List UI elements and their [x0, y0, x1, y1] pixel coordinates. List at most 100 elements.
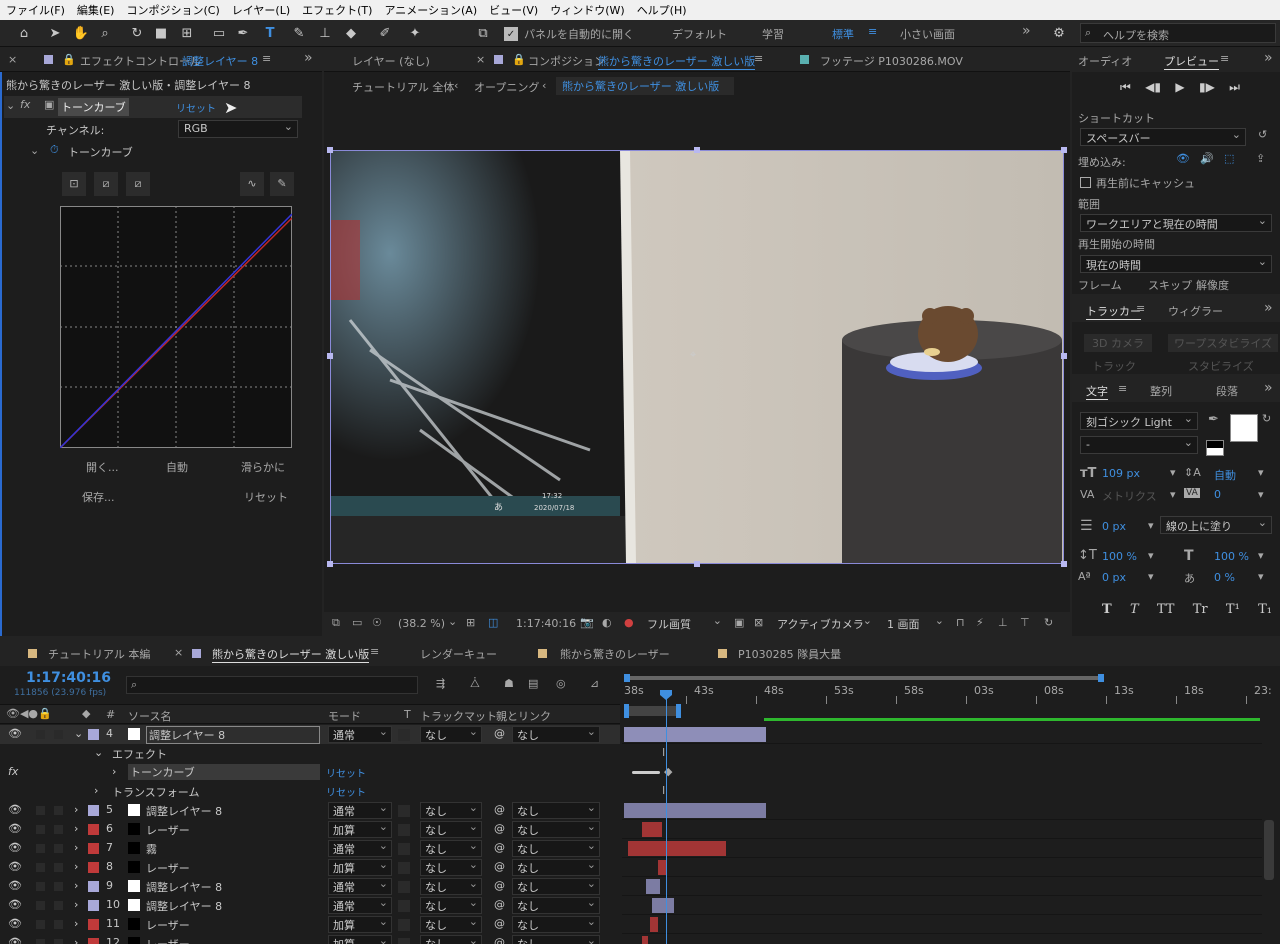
layer-name[interactable]: 調整レイヤー 8: [146, 879, 222, 895]
paragraph-tab[interactable]: 段落: [1216, 383, 1238, 399]
current-timecode[interactable]: 1:17:40:16: [26, 670, 111, 686]
t-header[interactable]: T: [404, 708, 411, 721]
tsume-chevron-icon[interactable]: ▾: [1258, 570, 1264, 583]
wiggler-tab[interactable]: ウィグラー: [1168, 303, 1223, 319]
menu-item[interactable]: ビュー(V): [483, 2, 544, 18]
parent-select[interactable]: なし: [512, 877, 600, 895]
parent-pickwhip-icon[interactable]: @: [494, 727, 505, 740]
snapshot-camera-icon[interactable]: 📷: [580, 616, 594, 629]
preserve-transparency-toggle[interactable]: [398, 843, 410, 855]
channel-select[interactable]: RGB: [178, 120, 298, 138]
video-toggle-icon[interactable]: 👁: [1176, 152, 1190, 165]
visibility-eye-icon[interactable]: 👁: [8, 860, 22, 873]
blend-mode-select[interactable]: 加算: [328, 858, 392, 876]
comp-crumb-1[interactable]: チュートリアル 全体: [352, 79, 454, 95]
vertical-scale-value[interactable]: 100 %: [1102, 550, 1137, 563]
preserve-transparency-toggle[interactable]: [398, 919, 410, 931]
parent-select[interactable]: なし: [512, 801, 600, 819]
type-tool-icon[interactable]: T: [260, 24, 280, 43]
first-frame-icon[interactable]: ⏮: [1120, 80, 1131, 95]
stroke-width-value[interactable]: 0 px: [1102, 520, 1126, 533]
shortcut-select[interactable]: スペースバー: [1080, 128, 1246, 146]
track-matte-select[interactable]: なし: [420, 877, 482, 895]
tracker-tab[interactable]: トラッカー: [1086, 303, 1141, 320]
expand-preview-icon[interactable]: »: [1264, 50, 1273, 66]
frame-blending-icon[interactable]: ▤: [528, 677, 538, 690]
fx-icon[interactable]: fx: [8, 765, 18, 778]
expand-chevron-icon[interactable]: ›: [94, 784, 98, 797]
parent-select[interactable]: なし: [512, 915, 600, 933]
parent-pickwhip-icon[interactable]: @: [494, 898, 505, 911]
start-select[interactable]: 現在の時間: [1080, 255, 1272, 273]
timeline-tab-laser[interactable]: 熊から驚きのレーザー: [560, 646, 670, 662]
visibility-eye-icon[interactable]: 👁: [8, 822, 22, 835]
layer-duration-bar[interactable]: [652, 898, 674, 913]
layer-duration-bar[interactable]: [646, 879, 660, 894]
comp-panel-menu-icon[interactable]: ≡: [754, 52, 763, 65]
stroke-mode-select[interactable]: 線の上に塗り: [1160, 516, 1272, 534]
kerning-value[interactable]: メトリクス: [1102, 488, 1157, 504]
parent-select[interactable]: なし: [512, 934, 600, 944]
track-matte-select[interactable]: なし: [420, 934, 482, 944]
lock-switch[interactable]: [54, 844, 63, 853]
tsume-value[interactable]: 0 %: [1214, 571, 1235, 584]
preserve-transparency-toggle[interactable]: [398, 938, 410, 944]
stabilize-button[interactable]: スタビライズ: [1188, 358, 1254, 374]
workspace-standard[interactable]: 標準: [832, 26, 854, 42]
parent-pickwhip-icon[interactable]: @: [494, 841, 505, 854]
show-snapshot-icon[interactable]: ◐: [602, 616, 612, 629]
track-matte-select[interactable]: なし: [420, 896, 482, 914]
transparency-grid-icon[interactable]: ◫: [488, 616, 498, 629]
home-icon[interactable]: ⌂: [14, 24, 34, 43]
expand-tracker-icon[interactable]: »: [1264, 300, 1273, 316]
timeline-tab-tutorial[interactable]: チュートリアル 本編: [48, 646, 150, 662]
font-size-value[interactable]: 109 px: [1102, 467, 1140, 480]
play-icon[interactable]: ▶: [1175, 80, 1184, 95]
layer-row[interactable]: 👁 › 10 調整レイヤー 8 通常 なし @ なし: [0, 896, 620, 915]
help-search-input[interactable]: ⌕ ヘルプを検索: [1080, 23, 1276, 43]
parent-select[interactable]: なし: [512, 839, 600, 857]
layer-row[interactable]: 👁 › 6 レーザー 加算 なし @ なし: [0, 820, 620, 839]
layer-label-color[interactable]: [88, 938, 99, 944]
puppet-tool-icon[interactable]: ✦: [406, 24, 424, 43]
default-colors-icon[interactable]: [1206, 440, 1224, 456]
tone-curve-effect-name[interactable]: トーンカーブ: [128, 764, 320, 780]
bezier-curve-tool-icon[interactable]: ∿: [240, 172, 264, 196]
flowchart-icon[interactable]: ⊤: [1020, 616, 1030, 629]
zoom-chevron-icon[interactable]: ⌄: [448, 615, 457, 628]
zoom-tool-icon[interactable]: ⌕: [96, 24, 114, 43]
curve-size-medium-icon[interactable]: ⧄: [94, 172, 118, 196]
timeline-link-icon[interactable]: ⊥: [998, 616, 1008, 629]
work-area-start[interactable]: [624, 704, 629, 718]
roto-brush-tool-icon[interactable]: ✐: [374, 24, 396, 43]
hand-tool-icon[interactable]: ✋: [72, 24, 90, 43]
resolution-select[interactable]: フル画質: [642, 615, 726, 633]
lock-icon[interactable]: 🔒: [62, 53, 76, 66]
motion-blur-icon[interactable]: ◎: [556, 677, 566, 690]
visibility-eye-icon[interactable]: 👁: [8, 727, 22, 740]
parent-pickwhip-icon[interactable]: @: [494, 803, 505, 816]
layer-row[interactable]: 👁 › 9 調整レイヤー 8 通常 なし @ なし: [0, 877, 620, 896]
shy-layers-icon[interactable]: ☗: [504, 677, 514, 690]
time-ruler[interactable]: 38s 43s 48s 53s 58s 03s 08s 13s 18s 23:: [620, 666, 1280, 726]
curve-save-button[interactable]: 保存...: [82, 489, 115, 505]
parent-pickwhip-icon[interactable]: @: [494, 936, 505, 944]
timeline-tab-p1030285[interactable]: P1030285 隊員大量: [738, 646, 841, 662]
transform-handle[interactable]: [694, 561, 700, 567]
blend-mode-select[interactable]: 加算: [328, 934, 392, 944]
effect-name[interactable]: トーンカーブ: [58, 98, 129, 116]
eraser-tool-icon[interactable]: ◆: [342, 24, 360, 43]
auto-open-checkbox[interactable]: ✓: [504, 27, 518, 41]
preserve-transparency-toggle[interactable]: [398, 805, 410, 817]
menu-item[interactable]: ファイル(F): [0, 2, 71, 18]
rectangle-tool-icon[interactable]: ▭: [210, 24, 228, 43]
lock-switch[interactable]: [54, 825, 63, 834]
visibility-eye-icon[interactable]: 👁: [8, 803, 22, 816]
stopwatch-icon[interactable]: ⏱: [50, 143, 59, 157]
track-matte-select[interactable]: なし: [420, 725, 482, 743]
parent-select[interactable]: なし: [512, 858, 600, 876]
solo-switch[interactable]: [36, 939, 45, 944]
parent-pickwhip-icon[interactable]: @: [494, 822, 505, 835]
color-channels-icon[interactable]: ●: [624, 616, 634, 629]
lock-switch[interactable]: [54, 939, 63, 944]
